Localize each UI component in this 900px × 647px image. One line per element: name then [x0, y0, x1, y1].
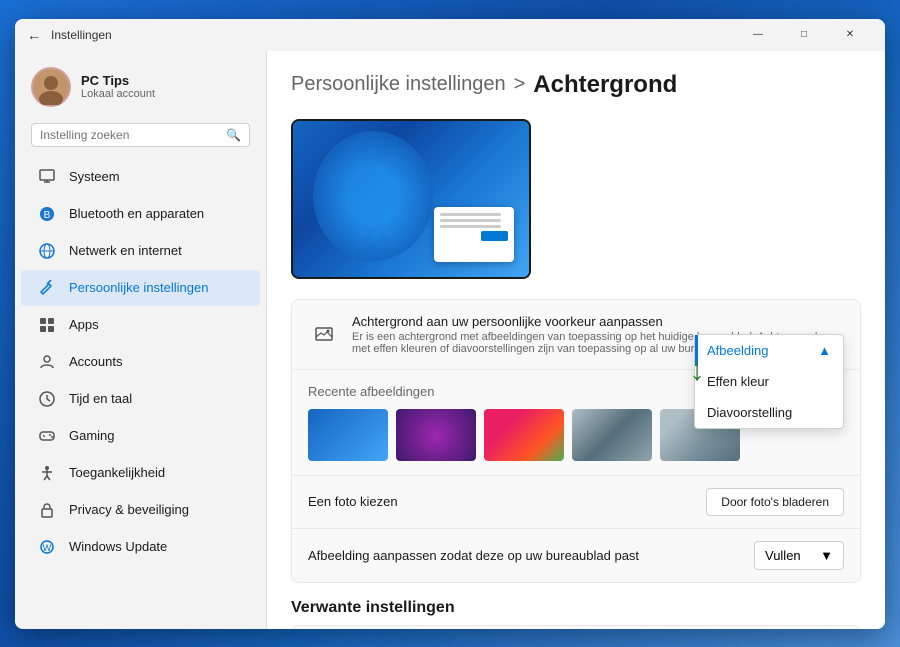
fit-dropdown[interactable]: Vullen ▼: [754, 541, 844, 570]
accounts-icon: [37, 352, 57, 372]
user-account: Lokaal account: [81, 88, 250, 100]
svg-text:B: B: [44, 210, 51, 221]
wallpaper-preview: [291, 119, 531, 279]
persoonlijk-label: Persoonlijke instellingen: [69, 280, 208, 295]
background-icon: [308, 318, 340, 350]
netwerk-icon: [37, 241, 57, 261]
update-label: Windows Update: [69, 539, 167, 554]
privacy-label: Privacy & beveiliging: [69, 502, 189, 517]
back-button[interactable]: ←: [27, 27, 41, 43]
nav-update[interactable]: W Windows Update: [21, 529, 260, 565]
sidebar: PC Tips Lokaal account 🔍 Systeem B: [15, 51, 267, 629]
window-controls: — □ ✕: [735, 19, 873, 51]
main-content: Persoonlijke instellingen > Achtergrond: [267, 51, 885, 629]
recent-img-2[interactable]: [396, 409, 476, 461]
window-body: PC Tips Lokaal account 🔍 Systeem B: [15, 51, 885, 629]
systeem-icon: [37, 167, 57, 187]
search-icon: 🔍: [226, 128, 241, 142]
gaming-icon: [37, 426, 57, 446]
apps-icon: [37, 315, 57, 335]
bluetooth-label: Bluetooth en apparaten: [69, 206, 204, 221]
netwerk-label: Netwerk en internet: [69, 243, 182, 258]
dropdown-item-afbeelding[interactable]: Afbeelding ▲: [695, 335, 843, 366]
choose-photo-row: Een foto kiezen Door foto's bladeren: [292, 476, 860, 529]
related-settings-title: Verwante instellingen: [291, 599, 861, 617]
background-section: Achtergrond aan uw persoonlijke voorkeur…: [291, 299, 861, 583]
avatar: [31, 67, 71, 107]
svg-text:W: W: [43, 543, 52, 553]
nav-tijd[interactable]: Tijd en taal: [21, 381, 260, 417]
nav-bluetooth[interactable]: B Bluetooth en apparaten: [21, 196, 260, 232]
search-box[interactable]: 🔍: [31, 123, 250, 147]
preview-dialog: [434, 207, 514, 262]
nav-accounts[interactable]: Accounts: [21, 344, 260, 380]
nav-privacy[interactable]: Privacy & beveiliging: [21, 492, 260, 528]
systeem-label: Systeem: [69, 169, 120, 184]
fit-value: Vullen: [765, 548, 801, 563]
window-title: Instellingen: [51, 28, 735, 42]
fit-dropdown-chevron: ▼: [820, 548, 833, 563]
user-name: PC Tips: [81, 73, 250, 88]
background-type-row: Achtergrond aan uw persoonlijke voorkeur…: [292, 300, 860, 370]
minimize-button[interactable]: —: [735, 19, 781, 51]
preview-shape: [313, 131, 433, 261]
dropdown-item-effen[interactable]: Effen kleur: [695, 366, 843, 397]
user-section: PC Tips Lokaal account: [15, 59, 266, 123]
tijd-label: Tijd en taal: [69, 391, 132, 406]
dropdown-item-dia[interactable]: Diavoorstelling: [695, 397, 843, 428]
nav-systeem[interactable]: Systeem: [21, 159, 260, 195]
type-dropdown-menu: Afbeelding ▲ Effen kleur Diavoorstelling: [694, 334, 844, 429]
recent-img-4[interactable]: [572, 409, 652, 461]
toegankelijkheid-label: Toegankelijkheid: [69, 465, 165, 480]
browse-photos-button[interactable]: Door foto's bladeren: [706, 488, 844, 516]
maximize-button[interactable]: □: [781, 19, 827, 51]
contrast-themes-item[interactable]: Contrastthema's Kleurenthema's voor slec…: [291, 625, 861, 629]
update-icon: W: [37, 537, 57, 557]
gaming-label: Gaming: [69, 428, 115, 443]
preview-dialog-line1: [440, 213, 501, 216]
user-info: PC Tips Lokaal account: [81, 73, 250, 100]
background-title: Achtergrond aan uw persoonlijke voorkeur…: [352, 314, 832, 329]
preview-dialog-line2: [440, 219, 501, 222]
title-bar: ← Instellingen — □ ✕: [15, 19, 885, 51]
bluetooth-icon: B: [37, 204, 57, 224]
nav-netwerk[interactable]: Netwerk en internet: [21, 233, 260, 269]
settings-window: ← Instellingen — □ ✕ PC Tips: [15, 19, 885, 629]
page-title: Achtergrond: [533, 71, 677, 99]
fit-label: Afbeelding aanpassen zodat deze op uw bu…: [308, 548, 754, 563]
choose-photo-label: Een foto kiezen: [308, 494, 706, 509]
dropdown-chevron-up: ▲: [818, 343, 831, 358]
green-arrow-indicator: ↓: [689, 351, 705, 388]
nav-apps[interactable]: Apps: [21, 307, 260, 343]
nav-toegankelijkheid[interactable]: Toegankelijkheid: [21, 455, 260, 491]
toegankelijkheid-icon: [37, 463, 57, 483]
accounts-label: Accounts: [69, 354, 122, 369]
preview-dialog-line3: [440, 225, 501, 228]
nav-persoonlijk[interactable]: Persoonlijke instellingen: [21, 270, 260, 306]
fit-row: Afbeelding aanpassen zodat deze op uw bu…: [292, 529, 860, 582]
tijd-icon: [37, 389, 57, 409]
apps-label: Apps: [69, 317, 99, 332]
recent-img-3[interactable]: [484, 409, 564, 461]
preview-dialog-btn: [481, 231, 508, 241]
privacy-icon: [37, 500, 57, 520]
recent-img-1[interactable]: [308, 409, 388, 461]
breadcrumb-parent: Persoonlijke instellingen: [291, 73, 506, 96]
nav-gaming[interactable]: Gaming: [21, 418, 260, 454]
close-button[interactable]: ✕: [827, 19, 873, 51]
page-header: Persoonlijke instellingen > Achtergrond: [291, 71, 861, 99]
persoonlijk-icon: [37, 278, 57, 298]
search-input[interactable]: [40, 128, 220, 142]
breadcrumb-sep: >: [514, 73, 526, 96]
